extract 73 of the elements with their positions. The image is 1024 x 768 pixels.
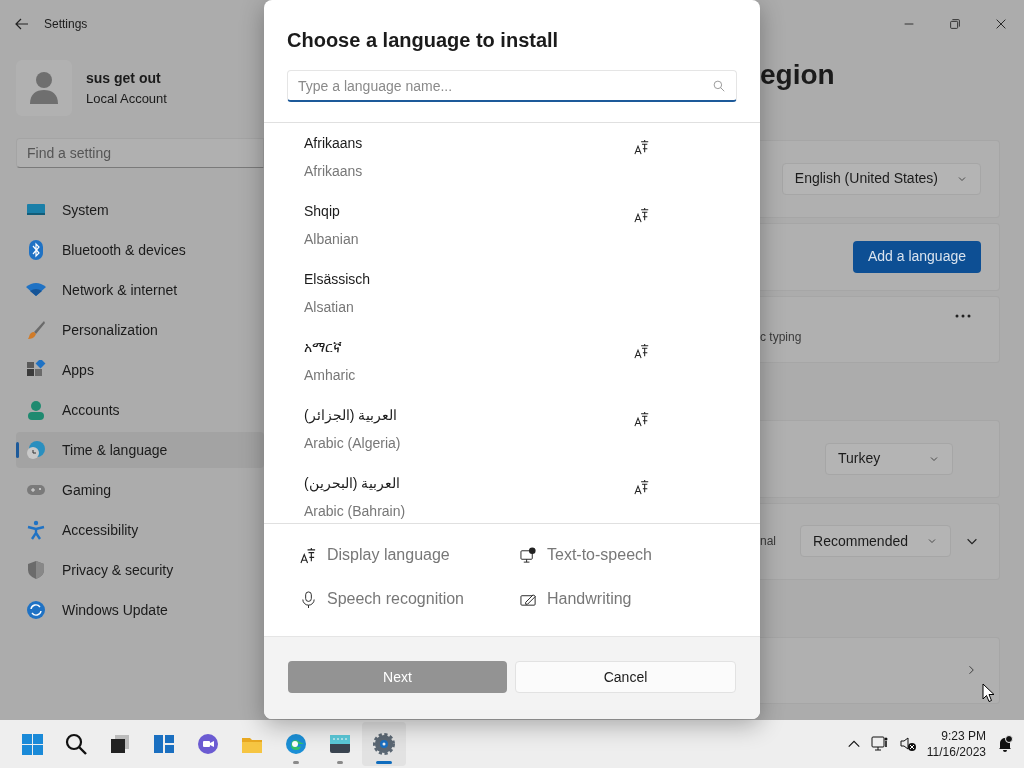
language-english-name: Arabic (Algeria) [304, 434, 402, 453]
cancel-button[interactable]: Cancel [515, 661, 736, 693]
language-native-name: Afrikaans [304, 134, 364, 153]
language-search-field[interactable]: Type a language name... [287, 70, 737, 102]
volume-muted-icon[interactable] [898, 735, 917, 753]
nav-item[interactable]: Privacy & security [16, 552, 264, 588]
clock[interactable]: 9:23 PM 11/16/2023 [926, 728, 986, 760]
avatar [16, 60, 72, 116]
feature-label: Speech recognition [327, 589, 464, 609]
keyboard-window-icon [328, 732, 352, 756]
account-name: sus get out [86, 68, 162, 88]
nav-item[interactable]: Windows Update [16, 592, 264, 628]
language-item[interactable]: Elsässisch Alsatian [264, 269, 760, 337]
search-field[interactable]: Find a setting [16, 138, 264, 168]
language-english-name: Alsatian [304, 298, 355, 317]
accessibility-icon [26, 520, 46, 540]
add-language-button[interactable]: Add a language [852, 240, 981, 273]
paintbrush-icon [26, 320, 46, 340]
nav-item[interactable]: Apps [16, 352, 264, 388]
language-native-name: العربية (البحرين) [304, 474, 402, 493]
gear-icon [372, 732, 396, 756]
nav-item[interactable]: Accounts [16, 392, 264, 428]
widgets-icon [152, 732, 176, 756]
microphone-icon [300, 590, 317, 608]
search-icon [64, 732, 88, 756]
nav-item[interactable]: Personalization [16, 312, 264, 348]
nav-item[interactable]: Time & language [16, 432, 264, 468]
language-item[interactable]: Afrikaans Afrikaans [264, 133, 760, 201]
restore-icon[interactable] [948, 17, 962, 31]
more-icon[interactable] [955, 314, 971, 319]
nav-item[interactable]: Gaming [16, 472, 264, 508]
feature-label: Text-to-speech [547, 545, 652, 565]
language-english-name: Afrikaans [304, 162, 364, 181]
globe-clock-icon [26, 440, 46, 460]
nav-item[interactable]: Accessibility [16, 512, 264, 548]
language-native-name: አማርኛ [304, 338, 343, 357]
language-english-name: Arabic (Bahrain) [304, 502, 407, 521]
card-description: nal [760, 533, 776, 551]
feature-label: Handwriting [547, 589, 632, 609]
nav-item[interactable]: Bluetooth & devices [16, 232, 264, 268]
nav-item[interactable]: System [16, 192, 264, 228]
windows-logo-icon [20, 732, 44, 756]
card-description: c typing [760, 329, 802, 347]
language-english-name: Albanian [304, 230, 360, 249]
language-native-name: العربية (الجزائر) [304, 406, 399, 425]
mouse-cursor-icon [982, 683, 995, 703]
window-title: Settings [44, 16, 88, 33]
display-language-icon [300, 546, 317, 564]
language-native-name: Shqip [304, 202, 341, 221]
feature-label: Display language [327, 545, 450, 565]
nav-item[interactable]: Network & internet [16, 272, 264, 308]
language-english-name: Amharic [304, 366, 357, 385]
shield-icon [26, 560, 46, 580]
dropdown[interactable]: Turkey [825, 442, 953, 475]
dropdown[interactable]: Recommended [800, 525, 951, 558]
search-icon [713, 80, 725, 92]
account-type: Local Account [86, 89, 167, 108]
network-icon[interactable] [870, 735, 889, 753]
chat-icon [196, 732, 220, 756]
back-arrow-icon[interactable] [14, 16, 30, 32]
update-icon [26, 600, 46, 620]
close-icon[interactable] [994, 17, 1008, 31]
monitor-speech-icon [520, 546, 537, 564]
language-native-name: Elsässisch [304, 270, 372, 289]
dropdown[interactable]: English (United States) [781, 162, 981, 195]
language-item[interactable]: Shqip Albanian [264, 201, 760, 269]
bluetooth-icon [26, 240, 46, 260]
language-item[interactable]: አማርኛ Amharic [264, 337, 760, 405]
page-title: egion [760, 58, 835, 92]
task-view-icon [108, 732, 132, 756]
person-icon [26, 400, 46, 420]
dialog-title: Choose a language to install [287, 28, 560, 52]
browser-icon [284, 732, 308, 756]
